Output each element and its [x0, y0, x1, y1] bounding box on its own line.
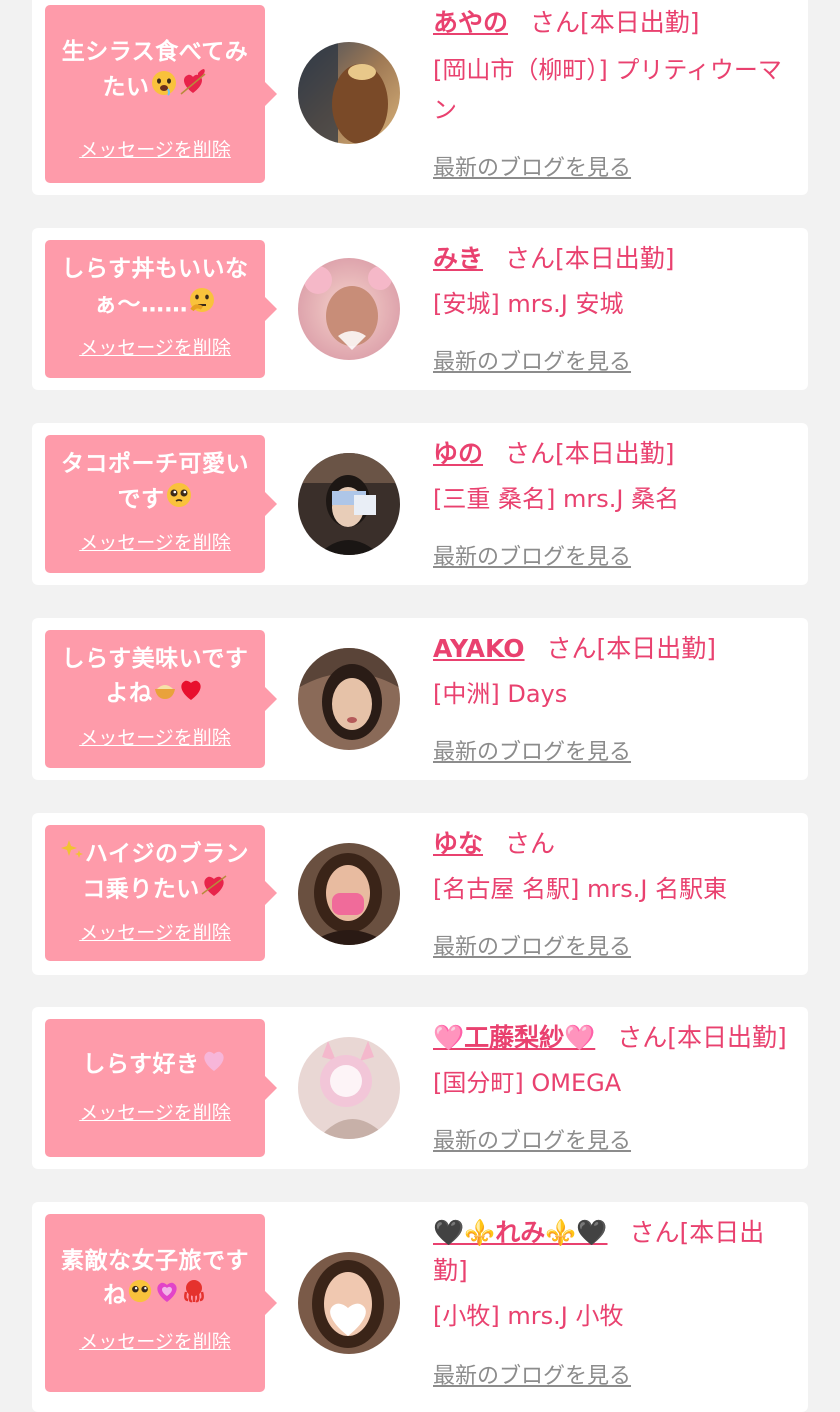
status-suffix: さん[本日出勤] — [530, 8, 700, 37]
avatar[interactable] — [298, 42, 400, 144]
food-bowl-icon — [153, 677, 177, 711]
avatar[interactable] — [298, 843, 400, 945]
status-suffix: さん[本日出勤] — [505, 439, 675, 468]
profile-name-link[interactable]: ゆの — [433, 439, 483, 468]
message-card: ハイジのブランコ乗りたい メッセージを削除 ゆな さん [名古屋 名駅] mrs.… — [32, 813, 808, 975]
avatar[interactable] — [298, 258, 400, 360]
shop-name: [岡山市（柳町）] プリティウーマン — [433, 56, 782, 124]
profile-info: あやの さん[本日出勤] [岡山市（柳町）] プリティウーマン 最新のブログを見る — [433, 4, 794, 181]
view-blog-link[interactable]: 最新のブログを見る — [433, 1123, 631, 1155]
message-bubble: ハイジのブランコ乗りたい メッセージを削除 — [45, 825, 277, 961]
profile-info: 🖤⚜️れみ⚜️🖤 さん[本日出勤] [小牧] mrs.J 小牧 最新のブログを見る — [433, 1214, 794, 1389]
profile-name-link[interactable]: AYAKO — [433, 634, 525, 663]
pleading-face-icon — [127, 1278, 153, 1314]
octopus-icon — [181, 1278, 207, 1314]
heart-with-arrow-icon — [200, 872, 228, 908]
view-blog-link[interactable]: 最新のブログを見る — [433, 1358, 631, 1390]
profile-info: みき さん[本日出勤] [安城] mrs.J 安城 最新のブログを見る — [433, 240, 794, 375]
message-bubble: 素敵な女子旅ですね メッセージを削除 — [45, 1214, 277, 1392]
profile-info: ゆな さん [名古屋 名駅] mrs.J 名駅東 最新のブログを見る — [433, 825, 794, 960]
profile-info: AYAKO さん[本日出勤] [中洲] Days 最新のブログを見る — [433, 630, 794, 765]
status-suffix: さん[本日出勤] — [546, 634, 717, 663]
heart-with-arrow-icon — [178, 69, 208, 107]
avatar[interactable] — [298, 453, 400, 555]
shop-name: [安城] mrs.J 安城 — [433, 290, 624, 318]
view-blog-link[interactable]: 最新のブログを見る — [433, 344, 631, 376]
message-text: しらす好き — [82, 1051, 200, 1078]
message-text: しらす丼もいいなぁ〜…… — [61, 256, 249, 318]
delete-message-link[interactable]: メッセージを削除 — [45, 918, 265, 945]
shop-name: [国分町] OMEGA — [433, 1069, 622, 1097]
message-list: 生シラス食べてみたい メッセージを削除 あやの さん[本日出勤] [岡山市（柳町）… — [0, 0, 840, 1412]
profile-name-link[interactable]: 🩷工藤梨紗🩷 — [433, 1023, 595, 1052]
message-card: 生シラス食べてみたい メッセージを削除 あやの さん[本日出勤] [岡山市（柳町）… — [32, 0, 808, 195]
profile-name-link[interactable]: ゆな — [433, 829, 483, 858]
pleading-face-icon — [165, 481, 193, 519]
profile-name-link[interactable]: あやの — [433, 8, 508, 37]
message-bubble: しらす好き メッセージを削除 — [45, 1019, 277, 1157]
message-card: しらす美味いですよね メッセージを削除 AYAKO さん[本日出勤] [中洲] D… — [32, 618, 808, 780]
message-card: しらす丼もいいなぁ〜…… メッセージを削除 みき さん[本日出勤] [安城] mr… — [32, 228, 808, 390]
delete-message-link[interactable]: メッセージを削除 — [45, 135, 265, 162]
profile-name-link[interactable]: みき — [433, 244, 483, 273]
message-bubble: タコポーチ可愛いです メッセージを削除 — [45, 435, 277, 573]
view-blog-link[interactable]: 最新のブログを見る — [433, 150, 631, 182]
view-blog-link[interactable]: 最新のブログを見る — [433, 539, 631, 571]
delete-message-link[interactable]: メッセージを削除 — [45, 1098, 265, 1125]
shop-name: [三重 桑名] mrs.J 桑名 — [433, 485, 680, 513]
profile-info: ゆの さん[本日出勤] [三重 桑名] mrs.J 桑名 最新のブログを見る — [433, 435, 794, 570]
drooling-face-icon — [150, 69, 178, 107]
status-suffix: さん[本日出勤] — [505, 244, 675, 273]
avatar[interactable] — [298, 1037, 400, 1139]
message-bubble: しらす丼もいいなぁ〜…… メッセージを削除 — [45, 240, 277, 378]
thinking-face-icon — [188, 286, 216, 324]
message-card: タコポーチ可愛いです メッセージを削除 ゆの さん[本日出勤] [三重 桑名] m… — [32, 423, 808, 585]
message-text: タコポーチ可愛いです — [61, 451, 249, 513]
status-suffix: さん — [505, 829, 556, 858]
delete-message-link[interactable]: メッセージを削除 — [45, 528, 265, 555]
message-card: しらす好き メッセージを削除 🩷工藤梨紗🩷 さん[本日出勤] [国分町] OMEG… — [32, 1007, 808, 1169]
shop-name: [名古屋 名駅] mrs.J 名駅東 — [433, 875, 728, 903]
avatar[interactable] — [298, 1252, 400, 1354]
delete-message-link[interactable]: メッセージを削除 — [45, 723, 265, 750]
view-blog-link[interactable]: 最新のブログを見る — [433, 734, 631, 766]
message-card: 素敵な女子旅ですね メッセージを削除 🖤⚜️れみ⚜️🖤 さん[本日出勤] [小牧]… — [32, 1202, 808, 1412]
pink-heart-icon — [200, 1047, 228, 1083]
avatar[interactable] — [298, 648, 400, 750]
profile-name-link[interactable]: 🖤⚜️れみ⚜️🖤 — [433, 1218, 608, 1247]
view-blog-link[interactable]: 最新のブログを見る — [433, 929, 631, 961]
red-heart-icon — [177, 676, 205, 712]
delete-message-link[interactable]: メッセージを削除 — [45, 1327, 265, 1354]
shop-name: [小牧] mrs.J 小牧 — [433, 1302, 624, 1330]
message-bubble: しらす美味いですよね メッセージを削除 — [45, 630, 277, 768]
sparkling-heart-icon — [153, 1278, 181, 1314]
profile-info: 🩷工藤梨紗🩷 さん[本日出勤] [国分町] OMEGA 最新のブログを見る — [433, 1019, 794, 1154]
message-bubble: 生シラス食べてみたい メッセージを削除 — [45, 5, 277, 183]
shop-name: [中洲] Days — [433, 680, 568, 708]
sparkles-icon — [60, 838, 85, 872]
status-suffix: さん[本日出勤] — [617, 1023, 787, 1052]
delete-message-link[interactable]: メッセージを削除 — [45, 333, 265, 360]
